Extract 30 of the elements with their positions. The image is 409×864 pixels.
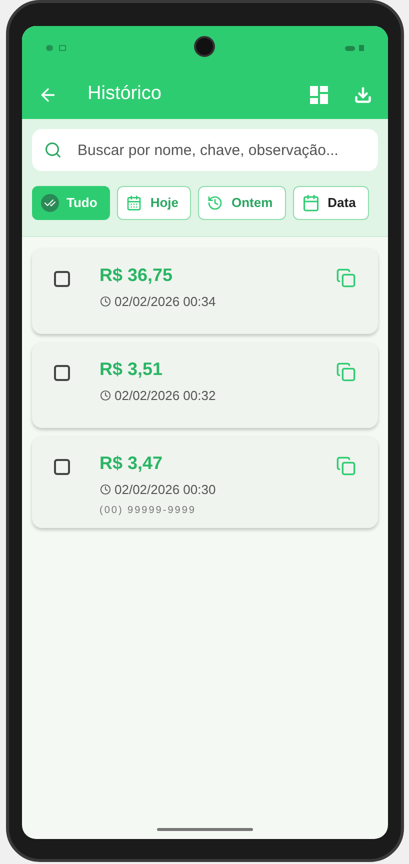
copy-button[interactable] bbox=[336, 268, 356, 288]
screen-title: Histórico bbox=[88, 82, 162, 106]
amount: R$ 3,47 bbox=[100, 452, 164, 475]
copy-button[interactable] bbox=[336, 362, 356, 382]
calendar-icon bbox=[302, 194, 320, 212]
transaction-card[interactable]: R$ 3,47 02/02/2026 00:30 (00) 99999-9999 bbox=[32, 436, 378, 528]
date-time: 02/02/2026 00:32 bbox=[114, 387, 216, 405]
checkbox[interactable] bbox=[54, 365, 70, 381]
history-icon bbox=[207, 195, 224, 211]
checkbox[interactable] bbox=[54, 271, 70, 287]
copy-button[interactable] bbox=[336, 456, 356, 476]
amount: R$ 3,51 bbox=[100, 358, 164, 381]
dashboard-button[interactable] bbox=[310, 86, 328, 104]
clock-icon bbox=[100, 484, 110, 496]
search-field[interactable]: Buscar por nome, chave, observação... bbox=[32, 129, 378, 171]
search-icon bbox=[44, 141, 62, 159]
clock-icon bbox=[100, 296, 110, 308]
date-time: 02/02/2026 00:34 bbox=[114, 293, 216, 311]
check-icon bbox=[40, 194, 58, 212]
amount: R$ 36,75 bbox=[100, 264, 174, 287]
transaction-card[interactable]: R$ 3,51 02/02/2026 00:32 bbox=[32, 342, 378, 428]
date-time: 02/02/2026 00:30 bbox=[114, 481, 216, 499]
camera-icon bbox=[194, 36, 214, 57]
clock-icon bbox=[100, 390, 110, 402]
transaction-card[interactable]: R$ 36,75 02/02/2026 00:34 bbox=[32, 248, 378, 334]
filter-chip[interactable]: Data bbox=[292, 186, 369, 220]
checkbox[interactable] bbox=[54, 459, 70, 475]
download-button[interactable] bbox=[354, 86, 372, 104]
note: (00) 99999-9999 bbox=[100, 504, 197, 518]
calendar-icon bbox=[126, 195, 142, 211]
